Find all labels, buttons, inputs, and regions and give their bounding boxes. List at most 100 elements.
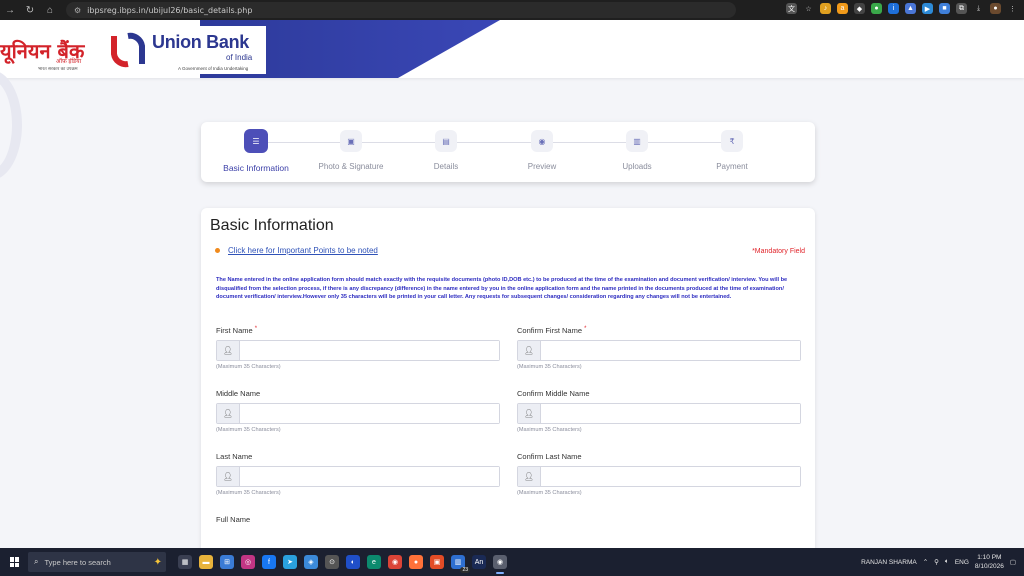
user-name: RANJAN SHARMA: [861, 558, 917, 566]
notifications-icon[interactable]: ▢: [1010, 558, 1016, 566]
extension-icon[interactable]: i: [888, 3, 899, 14]
user-icon: 👤︎: [518, 404, 541, 423]
app-icon[interactable]: An: [472, 555, 486, 569]
address-bar[interactable]: ⚙ ibpsreg.ibps.in/ubijul26/basic_details…: [66, 2, 736, 18]
app-icon[interactable]: ▥ 23: [451, 555, 470, 573]
step-basic-information[interactable]: ☰ Basic Information: [208, 129, 304, 173]
input-group: 👤︎: [216, 466, 500, 487]
field-label: Confirm First Name *: [517, 326, 801, 336]
network-icon[interactable]: ⚲: [934, 558, 939, 566]
facebook-icon[interactable]: f: [262, 555, 276, 569]
field-label: First Name *: [216, 326, 500, 336]
last-name-input[interactable]: [240, 467, 499, 486]
taskbar-apps: ▦ ▬ ⊞ ◎ f ➤ ◈ ⊙ ◐ e ◉ ● ▣ ▥ 23 An ◉: [178, 555, 507, 574]
middle-name-label: Middle Name: [216, 389, 261, 398]
last-name-field: Last Name 👤︎ (Maximum 35 Characters): [216, 452, 500, 496]
full-name-field: Full Name: [216, 515, 500, 525]
middle-name-input[interactable]: [240, 404, 499, 423]
progress-stepper: ☰ Basic Information ▣ Photo & Signature …: [201, 122, 815, 182]
file-explorer-icon[interactable]: ▬: [199, 555, 213, 569]
logo-hindi-tagline: भारत सरकार का उपक्रम: [38, 66, 78, 71]
taskbar-search[interactable]: ⌕ Type here to search ✦: [28, 552, 166, 572]
windows-taskbar: ⌕ Type here to search ✦ ▦ ▬ ⊞ ◎ f ➤ ◈ ⊙ …: [0, 548, 1024, 576]
extension-icon[interactable]: ◆: [854, 3, 865, 14]
confirm-middle-name-input[interactable]: [541, 404, 800, 423]
site-header: यूनियन बैंक ऑफ़ इंडिया भारत सरकार का उपक…: [0, 20, 1024, 78]
step-label: Photo & Signature: [318, 162, 384, 171]
app-icon[interactable]: ◈: [304, 555, 318, 569]
union-bank-logo[interactable]: यूनियन बैंक ऑफ़ इंडिया भारत सरकार का उपक…: [0, 26, 266, 74]
extension-icon[interactable]: ●: [871, 3, 882, 14]
reload-icon[interactable]: ↻: [20, 0, 40, 20]
download-icon[interactable]: ⤓: [973, 3, 984, 14]
step-label: Payment: [716, 162, 748, 171]
volume-icon[interactable]: 🔈︎: [945, 558, 949, 566]
required-mark: *: [254, 326, 258, 332]
menu-dots-icon[interactable]: ⋮: [1007, 3, 1018, 14]
step-details[interactable]: ▤ Details: [398, 130, 494, 171]
copilot-sparkle-icon[interactable]: ✦: [154, 557, 162, 568]
edge-icon[interactable]: e: [367, 555, 381, 569]
document-icon: ▤: [435, 130, 457, 152]
decorative-circle: [0, 70, 22, 180]
user-icon: 👤︎: [217, 467, 240, 486]
confirm-last-name-label: Confirm Last Name: [517, 452, 582, 461]
extension-icon[interactable]: ▲: [905, 3, 916, 14]
list-icon: ☰: [244, 129, 268, 153]
site-info-icon[interactable]: ⚙: [74, 6, 81, 15]
confirm-first-name-input[interactable]: [541, 341, 800, 360]
input-group: 👤︎: [216, 403, 500, 424]
windows-start-icon[interactable]: [10, 557, 20, 567]
tray-chevron-icon[interactable]: ⌃: [923, 558, 928, 566]
step-label: Basic Information: [223, 163, 289, 173]
clock[interactable]: 1:10 PM 8/10/2026: [975, 553, 1004, 571]
date: 8/10/2026: [974, 563, 1004, 570]
home-icon[interactable]: ⌂: [40, 0, 60, 20]
bookmark-star-icon[interactable]: ☆: [803, 3, 814, 14]
system-tray: RANJAN SHARMA ⌃ ⚲ 🔈︎ ENG 1:10 PM 8/10/20…: [861, 548, 1016, 576]
translate-icon[interactable]: 文: [786, 3, 797, 14]
input-group: 👤︎: [216, 340, 500, 361]
search-icon: ⌕: [34, 557, 39, 566]
first-name-input[interactable]: [240, 341, 499, 360]
language-indicator[interactable]: ENG: [955, 559, 969, 566]
max-chars-hint: (Maximum 35 Characters): [517, 490, 582, 496]
step-photo-signature[interactable]: ▣ Photo & Signature: [303, 130, 399, 171]
app-icon[interactable]: ◐: [346, 555, 360, 569]
max-chars-hint: (Maximum 35 Characters): [216, 364, 281, 370]
chrome-active-icon[interactable]: ◉: [493, 555, 507, 574]
step-preview[interactable]: ◉ Preview: [494, 130, 590, 171]
chrome-icon[interactable]: ◉: [388, 555, 402, 569]
input-group: 👤︎: [517, 403, 801, 424]
profile-avatar-icon[interactable]: ●: [990, 3, 1001, 14]
notification-badge: 23: [460, 567, 470, 573]
extension-icon[interactable]: ♪: [820, 3, 831, 14]
input-group: 👤︎: [517, 340, 801, 361]
telegram-icon[interactable]: ➤: [283, 555, 297, 569]
instagram-icon[interactable]: ◎: [241, 555, 255, 569]
step-uploads[interactable]: ▥ Uploads: [589, 130, 685, 171]
step-label: Details: [433, 162, 459, 171]
confirm-last-name-input[interactable]: [541, 467, 800, 486]
user-icon: 👤︎: [518, 341, 541, 360]
app-icon[interactable]: ⊙: [325, 555, 339, 569]
confirm-middle-name-label: Confirm Middle Name: [517, 389, 590, 398]
important-points-link[interactable]: Click here for Important Points to be no…: [228, 246, 378, 255]
microsoft-store-icon[interactable]: ⊞: [220, 555, 234, 569]
union-bank-emblem-icon: [111, 32, 145, 68]
back-icon[interactable]: →: [0, 0, 20, 20]
app-icon[interactable]: ▣: [430, 555, 444, 569]
task-view-icon[interactable]: ▦: [178, 555, 192, 569]
extension-icon[interactable]: ▶: [922, 3, 933, 14]
extension-icon[interactable]: ■: [939, 3, 950, 14]
amazon-extension-icon[interactable]: a: [837, 3, 848, 14]
middle-name-field: Middle Name 👤︎ (Maximum 35 Characters): [216, 389, 500, 433]
firefox-icon[interactable]: ●: [409, 555, 423, 569]
logo-english-subtitle: of India: [226, 53, 253, 62]
last-name-label: Last Name: [216, 452, 253, 461]
image-icon: ▣: [340, 130, 362, 152]
confirm-first-name-label: Confirm First Name: [517, 326, 583, 335]
step-payment[interactable]: ₹ Payment: [684, 130, 780, 171]
extensions-puzzle-icon[interactable]: ⧉: [956, 3, 967, 14]
first-name-field: First Name * 👤︎ (Maximum 35 Characters): [216, 326, 500, 370]
